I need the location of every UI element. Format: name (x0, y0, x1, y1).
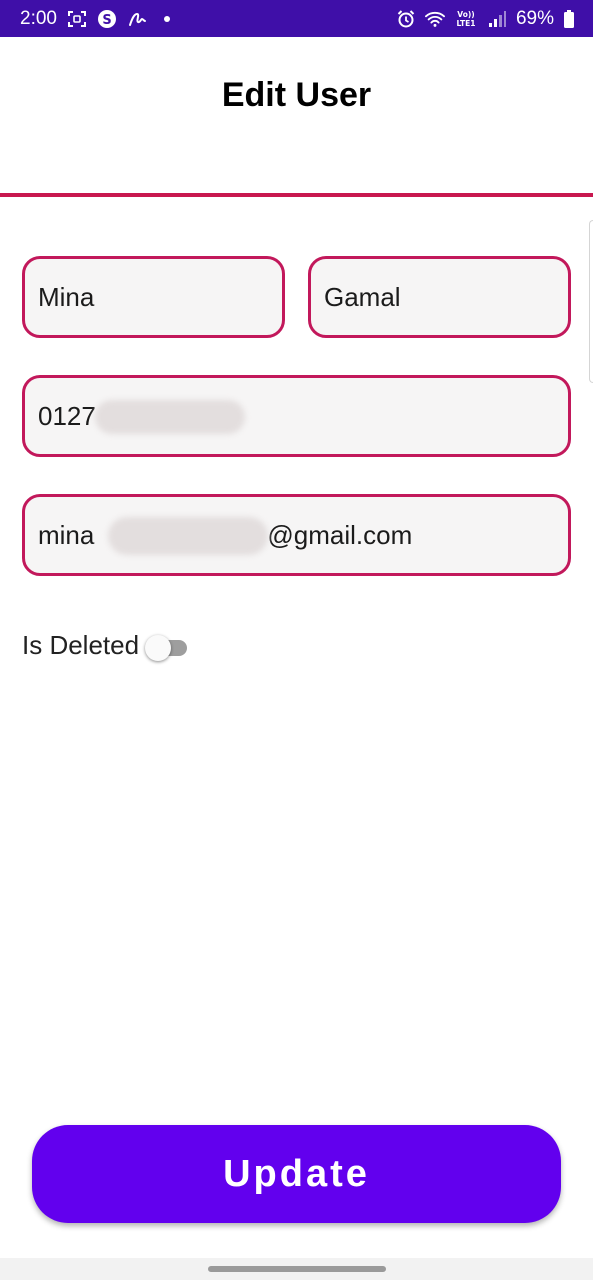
volte-icon: Vo)) LTE1 (454, 9, 478, 29)
wifi-icon (424, 9, 445, 29)
battery-percentage: 69% (515, 8, 554, 29)
last-name-field[interactable] (308, 256, 571, 338)
first-name-input[interactable] (38, 281, 269, 313)
screenshot-icon (67, 9, 87, 29)
header-divider (0, 193, 593, 197)
signal-icon (487, 9, 507, 29)
svg-text:S: S (102, 13, 111, 28)
last-name-input[interactable] (324, 281, 555, 313)
email-prefix[interactable]: mina (38, 520, 94, 551)
switch-thumb[interactable] (145, 634, 172, 661)
status-time: 2:00 (20, 8, 57, 29)
email-field[interactable]: mina @gmail.com (22, 494, 571, 576)
navigation-bar (0, 1258, 593, 1280)
home-indicator[interactable] (208, 1266, 386, 1272)
first-name-field[interactable] (22, 256, 285, 338)
status-bar: 2:00 S Vo)) LTE1 69% (0, 0, 593, 37)
notification-dot-icon (157, 9, 177, 29)
phone-redaction (95, 400, 245, 434)
phone-field[interactable] (22, 375, 571, 457)
status-right-group: Vo)) LTE1 69% (396, 7, 575, 31)
alarm-icon (396, 9, 416, 29)
page-title: Edit User (221, 76, 372, 114)
battery-icon (563, 9, 575, 29)
is-deleted-switch[interactable] (143, 632, 191, 661)
is-deleted-row: Is Deleted (22, 630, 191, 661)
svg-text:Vo)): Vo)) (457, 10, 474, 19)
skype-icon: S (97, 9, 117, 29)
is-deleted-label: Is Deleted (22, 630, 140, 660)
update-button[interactable]: Update (32, 1125, 561, 1223)
email-redaction (108, 517, 268, 555)
signature-icon (127, 9, 147, 29)
status-left-group: 2:00 S (20, 7, 177, 31)
scroll-edge-handle (589, 220, 593, 383)
email-suffix[interactable]: @gmail.com (267, 520, 412, 551)
app-header (0, 37, 593, 194)
svg-text:LTE1: LTE1 (456, 19, 475, 28)
